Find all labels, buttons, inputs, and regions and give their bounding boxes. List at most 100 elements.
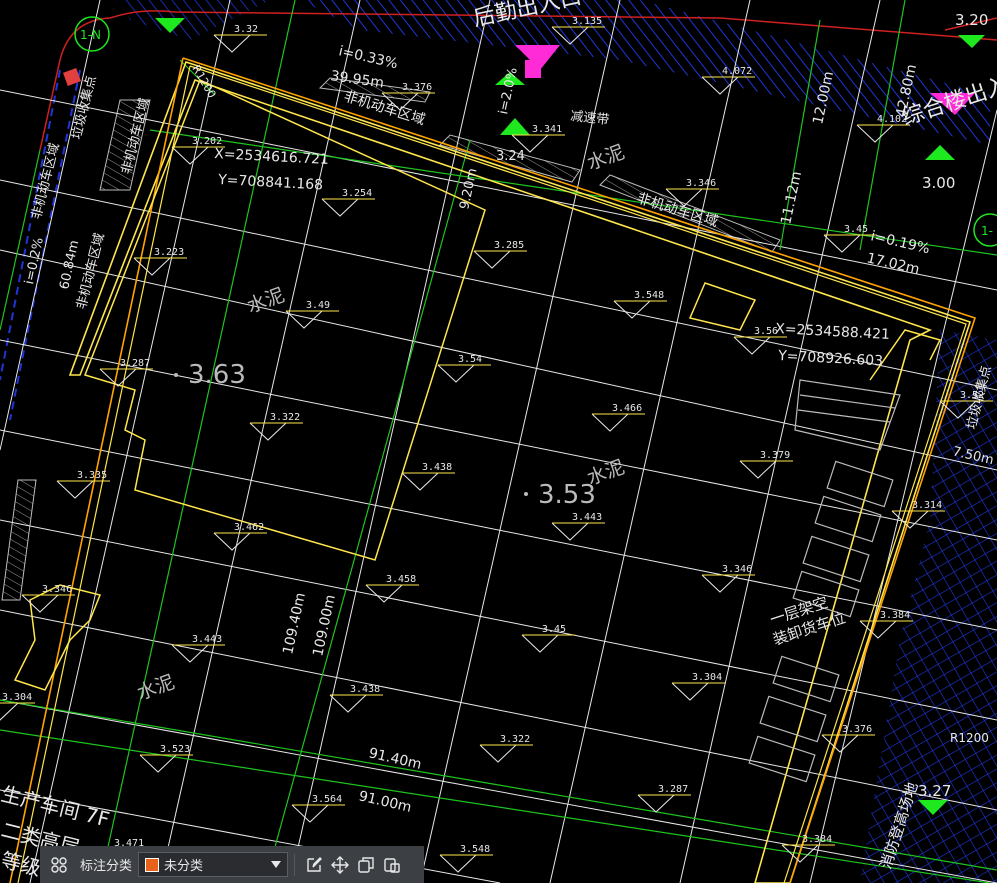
chevron-down-icon	[271, 857, 282, 872]
category-select[interactable]: 未分类	[138, 852, 289, 877]
coord2-y: Y=708926.603	[777, 348, 884, 370]
building-outline	[9, 57, 977, 883]
coord1-y: Y=708841.168	[217, 172, 324, 194]
elevation-tick-label: 3.346	[42, 584, 72, 595]
elevation-tick-label: 3.376	[842, 724, 872, 735]
coord1-x: X=2534616.721	[214, 146, 330, 168]
cement-label-1: 水泥	[244, 284, 287, 318]
elevation-tick: 3.45	[521, 624, 575, 653]
elevation-tick: 3.287	[637, 784, 691, 813]
elevation-tick: 3.304	[671, 672, 725, 701]
elevation-tick: 3.438	[401, 462, 455, 491]
elevation-tick: 3.49	[285, 300, 339, 329]
elevation-tick-label: 3.384	[802, 834, 832, 845]
elevation-tick: 3.379	[739, 450, 793, 479]
elevation-tick-label: 3.346	[686, 178, 716, 189]
dim-6084: 60.84m	[57, 239, 82, 291]
elevation-grid	[0, 0, 997, 883]
elevation-tick-label: 3.304	[692, 672, 722, 683]
elevation-tick: 3.54	[437, 354, 491, 383]
cement-label-4: 水泥	[134, 671, 177, 705]
elevation-tick-label: 3.45	[844, 224, 868, 235]
elevation-tick-label: 3.54	[458, 354, 482, 365]
elevation-tick-label: 3.287	[120, 358, 150, 369]
big-elevation-1: 3.63	[188, 360, 246, 390]
slope-label-4: i=2.0%	[496, 66, 521, 116]
elevation-tick-label: 3.379	[760, 450, 790, 461]
dim-1112: 11.12m	[778, 170, 805, 226]
elevation-dot-2	[524, 492, 528, 496]
elevation-tick-label: 4.072	[722, 66, 752, 77]
grid-icon[interactable]	[46, 852, 72, 878]
category-value: 未分类	[164, 858, 204, 873]
paste-icon[interactable]	[379, 852, 405, 878]
elevation-320: 3.20	[955, 11, 988, 29]
elevation-tick-label: 3.462	[234, 522, 264, 533]
elevation-tick: 3.458	[365, 574, 419, 603]
elevation-300: 3.00	[922, 174, 955, 192]
dim-10900: 109.00m	[310, 593, 339, 658]
elevation-tick-label: 3.341	[532, 124, 562, 135]
radius-label: R1200	[950, 731, 989, 745]
elevation-tick-label: 3.443	[572, 512, 602, 523]
elevation-tick-label: 3.135	[572, 16, 602, 27]
elevation-tick-label: 3.287	[658, 784, 688, 795]
elevation-tick: 3.304	[0, 692, 35, 721]
loading-bays	[748, 379, 901, 783]
elevation-tick-label: 3.285	[494, 240, 524, 251]
move-icon[interactable]	[327, 852, 353, 878]
nonmotor-strips	[1, 77, 781, 601]
annotation-toolbar: 标注分类 未分类	[40, 846, 424, 883]
elevation-tick: 3.322	[249, 412, 303, 441]
copy-icon[interactable]	[353, 852, 379, 878]
cement-label-2: 水泥	[584, 141, 627, 175]
elevation-tick-label: 3.376	[402, 82, 432, 93]
elevation-tick-label: 3.314	[912, 500, 942, 511]
elevation-tick: 3.254	[321, 188, 375, 217]
elevation-tick-label: 3.438	[350, 684, 380, 695]
elevation-tick: 3.32	[213, 24, 267, 53]
cad-canvas[interactable]: 3.323.1354.0723.3763.2023.3414.1023.2543…	[0, 0, 997, 883]
elevation-tick: 3.376	[821, 724, 875, 753]
elevation-tick-label: 3.438	[422, 462, 452, 473]
toolbar-divider	[294, 853, 296, 876]
elevation-tick-label: 3.322	[270, 412, 300, 423]
elevation-tick-label: 3.548	[460, 844, 490, 855]
elevation-tick-label: 3.322	[500, 734, 530, 745]
elevation-tick-label: 3.443	[192, 634, 222, 645]
elevation-tick: 3.548	[439, 844, 493, 873]
elevation-tick-label: 3.223	[154, 247, 184, 258]
elevation-tick: 3.45	[823, 224, 877, 253]
green-dimension-lines	[0, 0, 997, 883]
elevation-tick-label: 3.45	[542, 624, 566, 635]
elevation-tick: 3.462	[213, 522, 267, 551]
elevation-tick: 3.564	[291, 794, 345, 823]
elevation-tick-label: 3.523	[160, 744, 190, 755]
elevation-tick-label: 3.384	[880, 610, 910, 621]
big-elevation-2: 3.53	[538, 480, 596, 510]
elevation-tick-label: 3.32	[234, 24, 258, 35]
elevation-324: 3.24	[496, 149, 525, 164]
axis-1r-label: 1-	[981, 224, 993, 238]
dim-1702: 17.02m	[865, 250, 921, 278]
edit-icon[interactable]	[301, 852, 327, 878]
elevation-tick-label: 3.335	[77, 470, 107, 481]
slope-label-1: i=0.33%	[337, 43, 399, 72]
elevation-tick-label: 3.564	[312, 794, 342, 805]
elevation-tick: 3.443	[551, 512, 605, 541]
category-label: 标注分类	[80, 858, 133, 873]
elevation-tick-label: 3.548	[634, 290, 664, 301]
elevation-dot-1	[174, 373, 178, 377]
elevation-tick-label: 3.49	[306, 300, 330, 311]
speed-bump-label: 减速带	[570, 109, 610, 128]
elevation-tick: 3.466	[591, 403, 645, 432]
elevation-tick: 3.438	[329, 684, 383, 713]
coord2-x: X=2534588.421	[775, 321, 891, 343]
elevation-327: 3.27	[918, 782, 951, 800]
elevation-tick-label: 3.254	[342, 188, 372, 199]
dim-10940: 109.40m	[280, 591, 309, 656]
elevation-tick: 3.548	[613, 290, 667, 319]
axis-1n-label: 1-N	[80, 28, 101, 42]
elevation-tick-label: 3.458	[386, 574, 416, 585]
elevation-tick-label: 3.346	[722, 564, 752, 575]
